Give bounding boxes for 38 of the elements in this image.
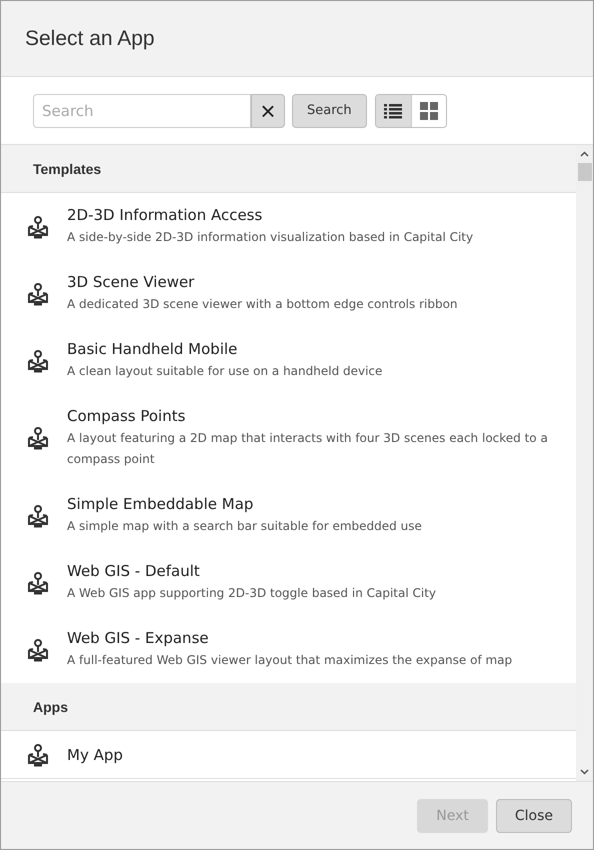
app-description: A simple map with a search bar suitable for embedded use [67, 518, 422, 535]
map-pin-icon [27, 282, 49, 306]
scroll-down-icon[interactable] [580, 769, 589, 775]
app-name[interactable]: 3D Scene Viewer [67, 272, 458, 292]
map-pin-icon [27, 504, 49, 528]
search-field[interactable]: Search [33, 94, 251, 128]
scrollbar[interactable] [576, 145, 593, 781]
app-description: A Web GIS app supporting 2D-3D toggle based in Capital City [67, 585, 436, 602]
clear-button[interactable]: × [251, 94, 285, 128]
map-pin-icon [27, 638, 49, 662]
app-description: A clean layout suitable for use on a handheld device [67, 363, 382, 380]
app-name[interactable]: Basic Handheld Mobile [67, 339, 382, 359]
app-description: A dedicated 3D scene viewer with a bottom edge controls ribbon [67, 296, 458, 313]
scroll-up-icon[interactable] [580, 151, 589, 157]
app-name[interactable]: Simple Embeddable Map [67, 494, 422, 514]
scrollbar-thumb[interactable] [578, 163, 592, 181]
grid-icon [420, 102, 438, 120]
section-header: Apps [1, 683, 576, 731]
app-description: A full-featured Web GIS viewer layout that maximizes the expanse of map [67, 652, 512, 669]
app-name[interactable]: My App [67, 745, 123, 765]
map-pin-icon [27, 570, 49, 594]
app-name[interactable]: Web GIS - Expanse [67, 628, 512, 648]
app-description: A layout featuring a 2D map that interacts with four 3D scenes each locked to a compass point [67, 430, 549, 468]
app-name[interactable]: 2D-3D Information Access [67, 205, 474, 225]
dialog-title: Select an App [25, 26, 155, 50]
map-pin-icon [27, 743, 49, 767]
section-header: Templates [1, 145, 576, 193]
grid-view-button[interactable] [410, 94, 446, 126]
map-pin-icon [27, 214, 49, 238]
app-name[interactable]: Compass Points [67, 406, 556, 426]
search-button[interactable]: Search [292, 94, 367, 128]
map-pin-icon [27, 348, 49, 372]
close-button[interactable]: Close [496, 798, 572, 832]
list-view-button[interactable] [376, 94, 411, 126]
app-name[interactable]: Web GIS - Default [67, 561, 436, 581]
map-pin-icon [27, 426, 49, 450]
app-description: A side-by-side 2D-3D information visualization based in Capital City [67, 229, 474, 246]
list-icon [384, 102, 402, 118]
